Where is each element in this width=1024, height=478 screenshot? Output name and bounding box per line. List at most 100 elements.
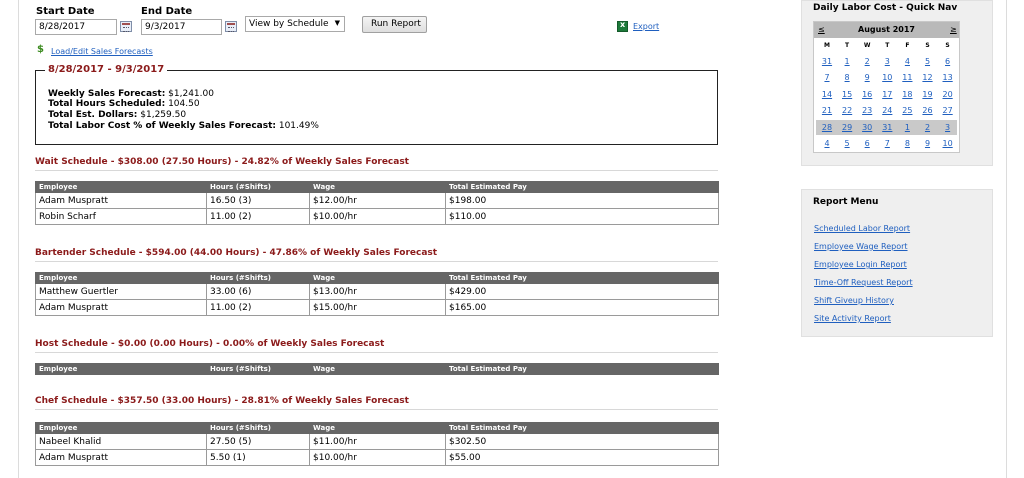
calendar-day-link[interactable]: 12 (918, 71, 938, 84)
calendar-day-link[interactable]: 15 (837, 88, 857, 101)
calendar-weekday-label: T (845, 42, 850, 49)
calendar-day-link[interactable]: 31 (877, 121, 897, 134)
calendar-day-link[interactable]: 7 (817, 71, 837, 84)
summary-value: 104.50 (168, 99, 200, 109)
calendar-day-link[interactable]: 4 (817, 137, 837, 150)
table-row: Adam Muspratt 16.50 (3) $12.00/hr $198.0… (35, 192, 719, 209)
menu-site-activity-report[interactable]: Site Activity Report (814, 314, 891, 323)
calendar-day-link[interactable]: 8 (897, 137, 917, 150)
menu-time-off-request-report[interactable]: Time-Off Request Report (814, 278, 913, 287)
summary-line-dollars: Total Est. Dollars: $1,259.50 (48, 110, 186, 120)
start-date-input[interactable]: 8/28/2017 (35, 19, 117, 35)
col-employee: Employee (35, 363, 207, 375)
calendar-day-link[interactable]: 3 (877, 55, 897, 68)
calendar-day-link[interactable]: 24 (877, 104, 897, 117)
calendar-day-link[interactable]: 9 (918, 137, 938, 150)
calendar-day-link[interactable]: 25 (897, 104, 917, 117)
calendar-weekday-label: S (925, 42, 930, 49)
calendar-day-link[interactable]: 18 (897, 88, 917, 101)
cell-total-pay: $429.00 (445, 283, 719, 300)
calendar-day-link[interactable]: 11 (897, 71, 917, 84)
summary-range-title: 8/28/2017 - 9/3/2017 (45, 64, 168, 75)
end-date-input[interactable]: 9/3/2017 (141, 19, 222, 35)
bartender-schedule-title: Bartender Schedule - $594.00 (44.00 Hour… (35, 248, 438, 258)
calendar-day-link[interactable]: 13 (938, 71, 958, 84)
cell-total-pay: $302.50 (445, 433, 719, 450)
calendar-day-link[interactable]: 3 (938, 121, 958, 134)
calendar-day-link[interactable]: 6 (857, 137, 877, 150)
calendar-day-link[interactable]: 29 (837, 121, 857, 134)
calendar-day-link[interactable]: 5 (918, 55, 938, 68)
calendar-day-link[interactable]: 17 (877, 88, 897, 101)
summary-value: 101.49% (278, 121, 319, 131)
calendar-day-link[interactable]: 31 (817, 55, 837, 68)
summary-value: $1,259.50 (140, 110, 187, 120)
left-border (18, 0, 19, 478)
calendar-day-link[interactable]: 1 (897, 121, 917, 134)
run-report-button[interactable]: Run Report (362, 16, 427, 33)
cell-hours: 11.00 (2) (206, 299, 310, 316)
col-employee: Employee (35, 422, 207, 434)
calendar-day-link[interactable]: 22 (837, 104, 857, 117)
wait-schedule-table: Employee Hours (#Shifts) Wage Total Esti… (35, 181, 719, 225)
calendar-day-link[interactable]: 19 (918, 88, 938, 101)
col-total-pay: Total Estimated Pay (445, 422, 719, 434)
divider (35, 261, 718, 262)
summary-line-forecast: Weekly Sales Forecast: $1,241.00 (48, 89, 214, 99)
col-hours: Hours (#Shifts) (206, 422, 310, 434)
quick-nav-title: Daily Labor Cost - Quick Nav (813, 3, 958, 13)
menu-shift-giveup-history[interactable]: Shift Giveup History (814, 296, 894, 305)
table-row: Nabeel Khalid 27.50 (5) $11.00/hr $302.5… (35, 433, 719, 450)
menu-scheduled-labor-report[interactable]: Scheduled Labor Report (814, 224, 910, 233)
cell-total-pay: $55.00 (445, 449, 719, 466)
table-header-row: Employee Hours (#Shifts) Wage Total Esti… (35, 422, 719, 434)
menu-employee-wage-report[interactable]: Employee Wage Report (814, 242, 908, 251)
end-date-label: End Date (141, 6, 193, 17)
report-menu-title: Report Menu (813, 197, 879, 207)
calendar-day-link[interactable]: 28 (817, 121, 837, 134)
calendar-day-link[interactable]: 10 (877, 71, 897, 84)
calendar-day-link[interactable]: 26 (918, 104, 938, 117)
quick-nav-calendar: ≤ August 2017 ≥ MTWTFSS 31 1 2 3 4 5 6 7 8 9 10 11 1… (813, 21, 960, 153)
calendar-day-link[interactable]: 20 (938, 88, 958, 101)
cell-wage: $13.00/hr (309, 283, 446, 300)
calendar-next-button[interactable]: ≥ (950, 25, 957, 34)
table-row: Adam Muspratt 11.00 (2) $15.00/hr $165.0… (35, 299, 719, 316)
export-link[interactable]: Export (633, 22, 659, 31)
cell-wage: $10.00/hr (309, 208, 446, 225)
calendar-day-link[interactable]: 21 (817, 104, 837, 117)
right-border (1006, 0, 1007, 478)
calendar-day-link[interactable]: 27 (938, 104, 958, 117)
cell-total-pay: $165.00 (445, 299, 719, 316)
calendar-day-link[interactable]: 2 (857, 55, 877, 68)
calendar-weekday-label: W (863, 42, 871, 49)
cell-hours: 5.50 (1) (206, 449, 310, 466)
calendar-day-link[interactable]: 8 (837, 71, 857, 84)
start-calendar-icon[interactable] (120, 21, 132, 32)
load-forecasts-link[interactable]: Load/Edit Sales Forecasts (51, 47, 153, 56)
calendar-day-link[interactable]: 7 (877, 137, 897, 150)
end-calendar-icon[interactable] (225, 21, 237, 32)
calendar-day-link[interactable]: 2 (918, 121, 938, 134)
calendar-day-link[interactable]: 14 (817, 88, 837, 101)
menu-employee-login-report[interactable]: Employee Login Report (814, 260, 907, 269)
cell-hours: 16.50 (3) (206, 192, 310, 209)
col-wage: Wage (309, 181, 446, 193)
calendar-day-link[interactable]: 23 (857, 104, 877, 117)
calendar-day-link[interactable]: 16 (857, 88, 877, 101)
calendar-day-link[interactable]: 4 (897, 55, 917, 68)
calendar-day-link[interactable]: 10 (938, 137, 958, 150)
calendar-day-link[interactable]: 9 (857, 71, 877, 84)
calendar-day-link[interactable]: 30 (857, 121, 877, 134)
cell-employee: Adam Muspratt (35, 449, 207, 466)
cell-wage: $12.00/hr (309, 192, 446, 209)
cell-wage: $10.00/hr (309, 449, 446, 466)
cell-employee: Adam Muspratt (35, 299, 207, 316)
calendar-month-label: August 2017 (858, 25, 915, 34)
view-select[interactable]: View by Schedule ▼ (245, 16, 345, 32)
excel-icon[interactable] (617, 20, 628, 32)
calendar-day-link[interactable]: 5 (837, 137, 857, 150)
calendar-day-link[interactable]: 1 (837, 55, 857, 68)
calendar-day-link[interactable]: 6 (938, 55, 958, 68)
calendar-weekday-label: F (905, 42, 910, 49)
